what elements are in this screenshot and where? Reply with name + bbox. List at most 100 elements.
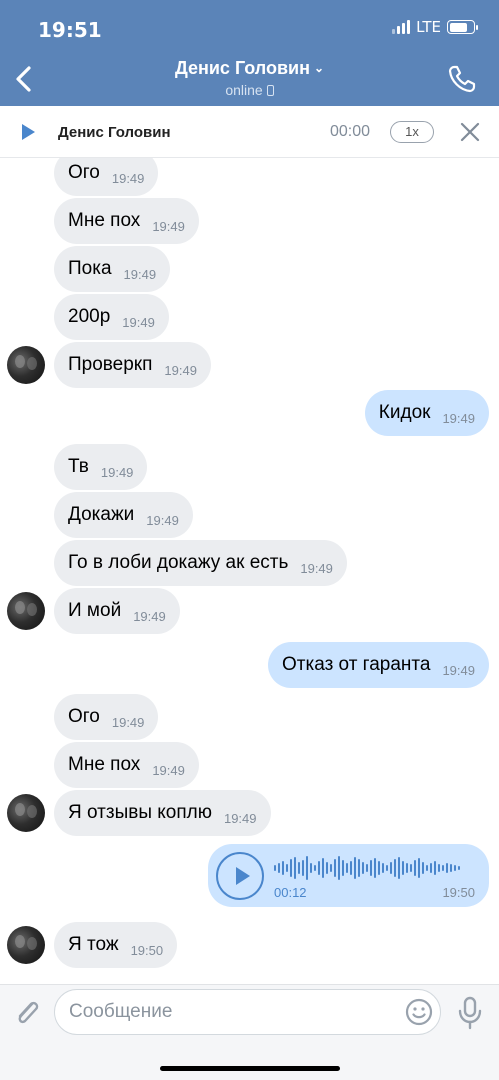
message-row: Отказ от гаранта 19:49 bbox=[0, 642, 499, 688]
avatar[interactable] bbox=[7, 926, 45, 964]
incoming-message-bubble[interactable]: Докажи 19:49 bbox=[54, 492, 193, 538]
phone-icon[interactable] bbox=[447, 64, 477, 94]
message-row: Кидок 19:49 bbox=[0, 390, 499, 436]
waveform-bar bbox=[358, 859, 360, 877]
chat-title[interactable]: Денис Головин ⌄ bbox=[0, 58, 499, 79]
avatar[interactable] bbox=[7, 592, 45, 630]
signal-icon bbox=[392, 20, 411, 34]
message-text: Я отзывы коплю bbox=[68, 802, 212, 823]
incoming-message-bubble[interactable]: Я тож 19:50 bbox=[54, 922, 178, 968]
network-label: LTE bbox=[416, 18, 441, 36]
paperclip-icon[interactable] bbox=[12, 995, 42, 1031]
message-time: 19:49 bbox=[442, 662, 475, 678]
waveform-bar bbox=[318, 861, 320, 875]
message-time: 19:49 bbox=[123, 266, 157, 282]
incoming-message-bubble[interactable]: Проверкп 19:49 bbox=[54, 342, 211, 388]
message-time: 19:49 bbox=[133, 608, 166, 624]
message-time: 19:49 bbox=[152, 762, 185, 778]
message-time: 19:50 bbox=[130, 942, 164, 958]
waveform-bar bbox=[274, 865, 276, 871]
chat-screen: 19:51 LTE Денис Головин ⌄ online Денис Го… bbox=[0, 0, 499, 1080]
message-row: Ого 19:49 bbox=[0, 158, 499, 196]
message-row: Проверкп 19:49 bbox=[0, 342, 499, 388]
waveform-bar bbox=[410, 864, 412, 872]
waveform-bar bbox=[398, 857, 400, 879]
incoming-message-bubble[interactable]: Мне пох 19:49 bbox=[54, 198, 199, 244]
incoming-message-bubble[interactable]: Ого 19:49 bbox=[54, 694, 159, 740]
microphone-icon[interactable] bbox=[456, 995, 484, 1031]
incoming-message-bubble[interactable]: Мне пох 19:49 bbox=[54, 742, 199, 788]
audio-time: 00:00 bbox=[330, 123, 371, 140]
online-status-text: online bbox=[225, 82, 263, 98]
outgoing-message-bubble[interactable]: Кидок 19:49 bbox=[364, 390, 489, 436]
incoming-message-bubble[interactable]: Тв 19:49 bbox=[54, 444, 148, 490]
waveform-bar bbox=[378, 861, 380, 875]
message-row: Го в лоби докажу ак есть 19:49 bbox=[0, 540, 499, 586]
battery-icon bbox=[447, 20, 478, 34]
waveform-bar bbox=[294, 857, 296, 879]
waveform-bar bbox=[370, 860, 372, 876]
message-time: 19:49 bbox=[164, 362, 197, 378]
message-time: 19:49 bbox=[442, 410, 475, 426]
message-time: 19:49 bbox=[146, 512, 179, 528]
smiley-icon[interactable] bbox=[405, 998, 433, 1026]
status-time: 19:51 bbox=[38, 18, 102, 42]
waveform-bar bbox=[386, 865, 388, 871]
voice-message[interactable]: 00:12 19:50 bbox=[208, 844, 489, 907]
avatar[interactable] bbox=[7, 794, 45, 832]
avatar[interactable] bbox=[7, 346, 45, 384]
incoming-message-bubble[interactable]: Я отзывы коплю 19:49 bbox=[54, 790, 271, 836]
voice-duration: 00:12 bbox=[274, 885, 307, 900]
waveform-bar bbox=[334, 859, 336, 877]
waveform-bar bbox=[346, 863, 348, 873]
message-text: Ого bbox=[68, 162, 100, 183]
waveform-bar bbox=[422, 862, 424, 874]
message-text: Отказ от гаранта bbox=[282, 654, 431, 675]
message-row: Ого 19:49 bbox=[0, 694, 499, 740]
message-list: Ого 19:49 Мне пох 19:49 Пока 19:49 200р 19:49 Пр… bbox=[0, 158, 499, 984]
message-text: Докажи bbox=[68, 504, 135, 525]
waveform-bar bbox=[322, 858, 324, 878]
message-row: И мой 19:49 bbox=[0, 588, 499, 634]
play-icon[interactable] bbox=[22, 124, 35, 140]
incoming-message-bubble[interactable]: И мой 19:49 bbox=[54, 588, 180, 634]
outgoing-message-bubble[interactable]: Отказ от гаранта 19:49 bbox=[268, 642, 489, 688]
waveform-bar bbox=[342, 860, 344, 876]
online-status: online bbox=[0, 82, 499, 98]
message-text: Го в лоби докажу ак есть bbox=[68, 552, 289, 573]
message-time: 19:49 bbox=[223, 810, 257, 826]
incoming-message-bubble[interactable]: Пока 19:49 bbox=[54, 246, 171, 292]
waveform-bar bbox=[442, 865, 444, 871]
message-row: Мне пох 19:49 bbox=[0, 198, 499, 244]
message-time: 19:49 bbox=[122, 314, 155, 330]
waveform-bar bbox=[414, 860, 416, 876]
play-icon[interactable] bbox=[216, 852, 264, 900]
playback-speed-button[interactable]: 1x bbox=[390, 121, 434, 143]
incoming-message-bubble[interactable]: Го в лоби докажу ак есть 19:49 bbox=[54, 540, 347, 586]
waveform bbox=[274, 856, 460, 880]
message-text: Проверкп bbox=[68, 354, 153, 375]
message-row: Пока 19:49 bbox=[0, 246, 499, 292]
incoming-message-bubble[interactable]: 200р 19:49 bbox=[54, 294, 169, 340]
incoming-message-bubble[interactable]: Ого 19:49 bbox=[54, 158, 159, 196]
message-text: Мне пох bbox=[68, 754, 141, 775]
message-row: 00:12 19:50 bbox=[0, 844, 499, 907]
message-time: 19:49 bbox=[111, 714, 145, 730]
message-row: Я тож 19:50 bbox=[0, 922, 499, 968]
contact-name: Денис Головин bbox=[174, 58, 310, 78]
waveform-bar bbox=[310, 863, 312, 873]
message-text: Кидок bbox=[378, 402, 431, 423]
waveform-bar bbox=[286, 864, 288, 872]
message-input[interactable] bbox=[54, 989, 441, 1035]
message-text: И мой bbox=[68, 600, 122, 621]
waveform-bar bbox=[374, 858, 376, 878]
waveform-bar bbox=[430, 863, 432, 873]
message-row: Докажи 19:49 bbox=[0, 492, 499, 538]
waveform-bar bbox=[450, 864, 452, 872]
waveform-bar bbox=[350, 861, 352, 875]
close-icon[interactable] bbox=[460, 122, 480, 142]
mobile-device-icon bbox=[266, 85, 274, 96]
waveform-bar bbox=[406, 863, 408, 873]
message-text: Пока bbox=[68, 258, 112, 279]
chat-header: 19:51 LTE Денис Головин ⌄ online bbox=[0, 0, 499, 106]
